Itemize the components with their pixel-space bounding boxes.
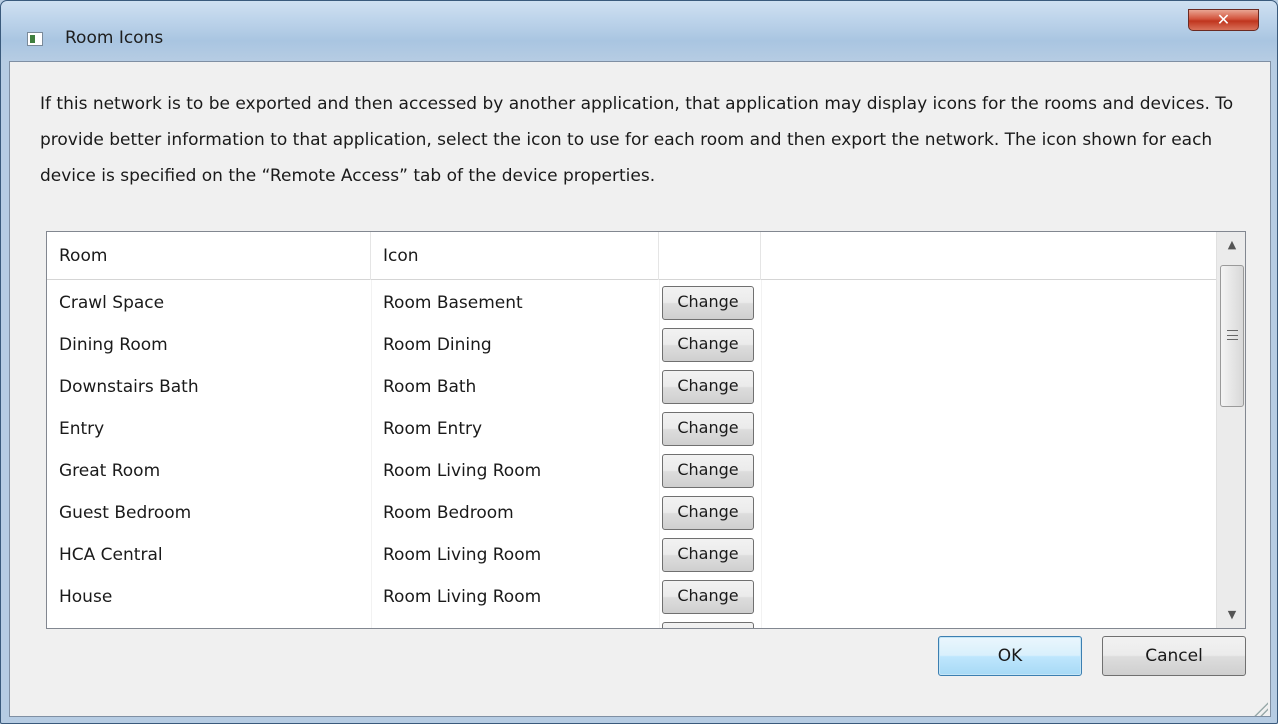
table-row[interactable]: Dining Room Room Dining Change	[47, 324, 1217, 366]
room-icon-cell: Room Dining	[383, 335, 492, 355]
room-name-cell: House	[59, 587, 113, 607]
change-icon-button[interactable]: Change	[662, 580, 754, 614]
table-row[interactable]: Downstairs Bath Room Bath Change	[47, 366, 1217, 408]
room-icon-cell: Room Entry	[383, 419, 483, 439]
room-name-cell: Entry	[59, 419, 105, 439]
room-name-cell: HCA Central	[59, 545, 163, 565]
scrollbar-thumb[interactable]	[1220, 265, 1244, 407]
ok-button[interactable]: OK	[938, 636, 1082, 676]
vertical-scrollbar[interactable]: ▲ ▼	[1216, 232, 1245, 628]
window-title: Room Icons	[65, 28, 164, 48]
table-row[interactable]: Guest Bedroom Room Bedroom Change	[47, 492, 1217, 534]
app-icon	[27, 32, 43, 46]
room-icon-cell: Room Bath	[383, 377, 477, 397]
scroll-down-arrow-icon[interactable]: ▼	[1217, 602, 1245, 628]
table-row[interactable]: Great Room Room Living Room Change	[47, 450, 1217, 492]
cancel-button[interactable]: Cancel	[1102, 636, 1246, 676]
close-icon: ✕	[1216, 10, 1231, 29]
resize-grip-icon[interactable]	[1250, 698, 1268, 716]
change-icon-button[interactable]	[662, 622, 754, 628]
scroll-up-arrow-icon[interactable]: ▲	[1217, 232, 1245, 258]
close-button[interactable]: ✕	[1188, 9, 1259, 31]
room-name-cell: Guest Bedroom	[59, 503, 192, 523]
change-icon-button[interactable]: Change	[662, 496, 754, 530]
room-icon-cell: Room Living Room	[383, 545, 542, 565]
room-icons-dialog: Room Icons ✕ If this network is to be ex…	[0, 0, 1278, 724]
change-icon-button[interactable]: Change	[662, 328, 754, 362]
table-row[interactable]: Crawl Space Room Basement Change	[47, 282, 1217, 324]
table-row[interactable]	[47, 618, 1217, 628]
change-icon-button[interactable]: Change	[662, 454, 754, 488]
column-header-icon[interactable]: Icon	[371, 232, 659, 280]
room-icon-cell: Room Living Room	[383, 587, 542, 607]
table-row[interactable]: Entry Room Entry Change	[47, 408, 1217, 450]
column-header-action[interactable]	[659, 232, 761, 280]
room-icon-cell: Room Living Room	[383, 461, 542, 481]
room-icon-cell: Room Bedroom	[383, 503, 514, 523]
grip-icon	[1227, 330, 1238, 340]
room-name-cell: Crawl Space	[59, 293, 165, 313]
rooms-grid: Room Icon Crawl Space Room Basement Chan…	[46, 231, 1246, 629]
change-icon-button[interactable]: Change	[662, 286, 754, 320]
column-header-room[interactable]: Room	[47, 232, 371, 280]
change-icon-button[interactable]: Change	[662, 412, 754, 446]
description-text: If this network is to be exported and th…	[40, 94, 1234, 186]
change-icon-button[interactable]: Change	[662, 370, 754, 404]
room-name-cell: Great Room	[59, 461, 161, 481]
room-name-cell: Dining Room	[59, 335, 168, 355]
change-icon-button[interactable]: Change	[662, 538, 754, 572]
room-icon-cell: Room Basement	[383, 293, 523, 313]
room-name-cell: Downstairs Bath	[59, 377, 199, 397]
table-row[interactable]: HCA Central Room Living Room Change	[47, 534, 1217, 576]
grid-header: Room Icon	[47, 232, 1217, 280]
table-row[interactable]: House Room Living Room Change	[47, 576, 1217, 618]
dialog-body: If this network is to be exported and th…	[9, 61, 1271, 717]
title-bar[interactable]: Room Icons ✕	[1, 1, 1277, 48]
